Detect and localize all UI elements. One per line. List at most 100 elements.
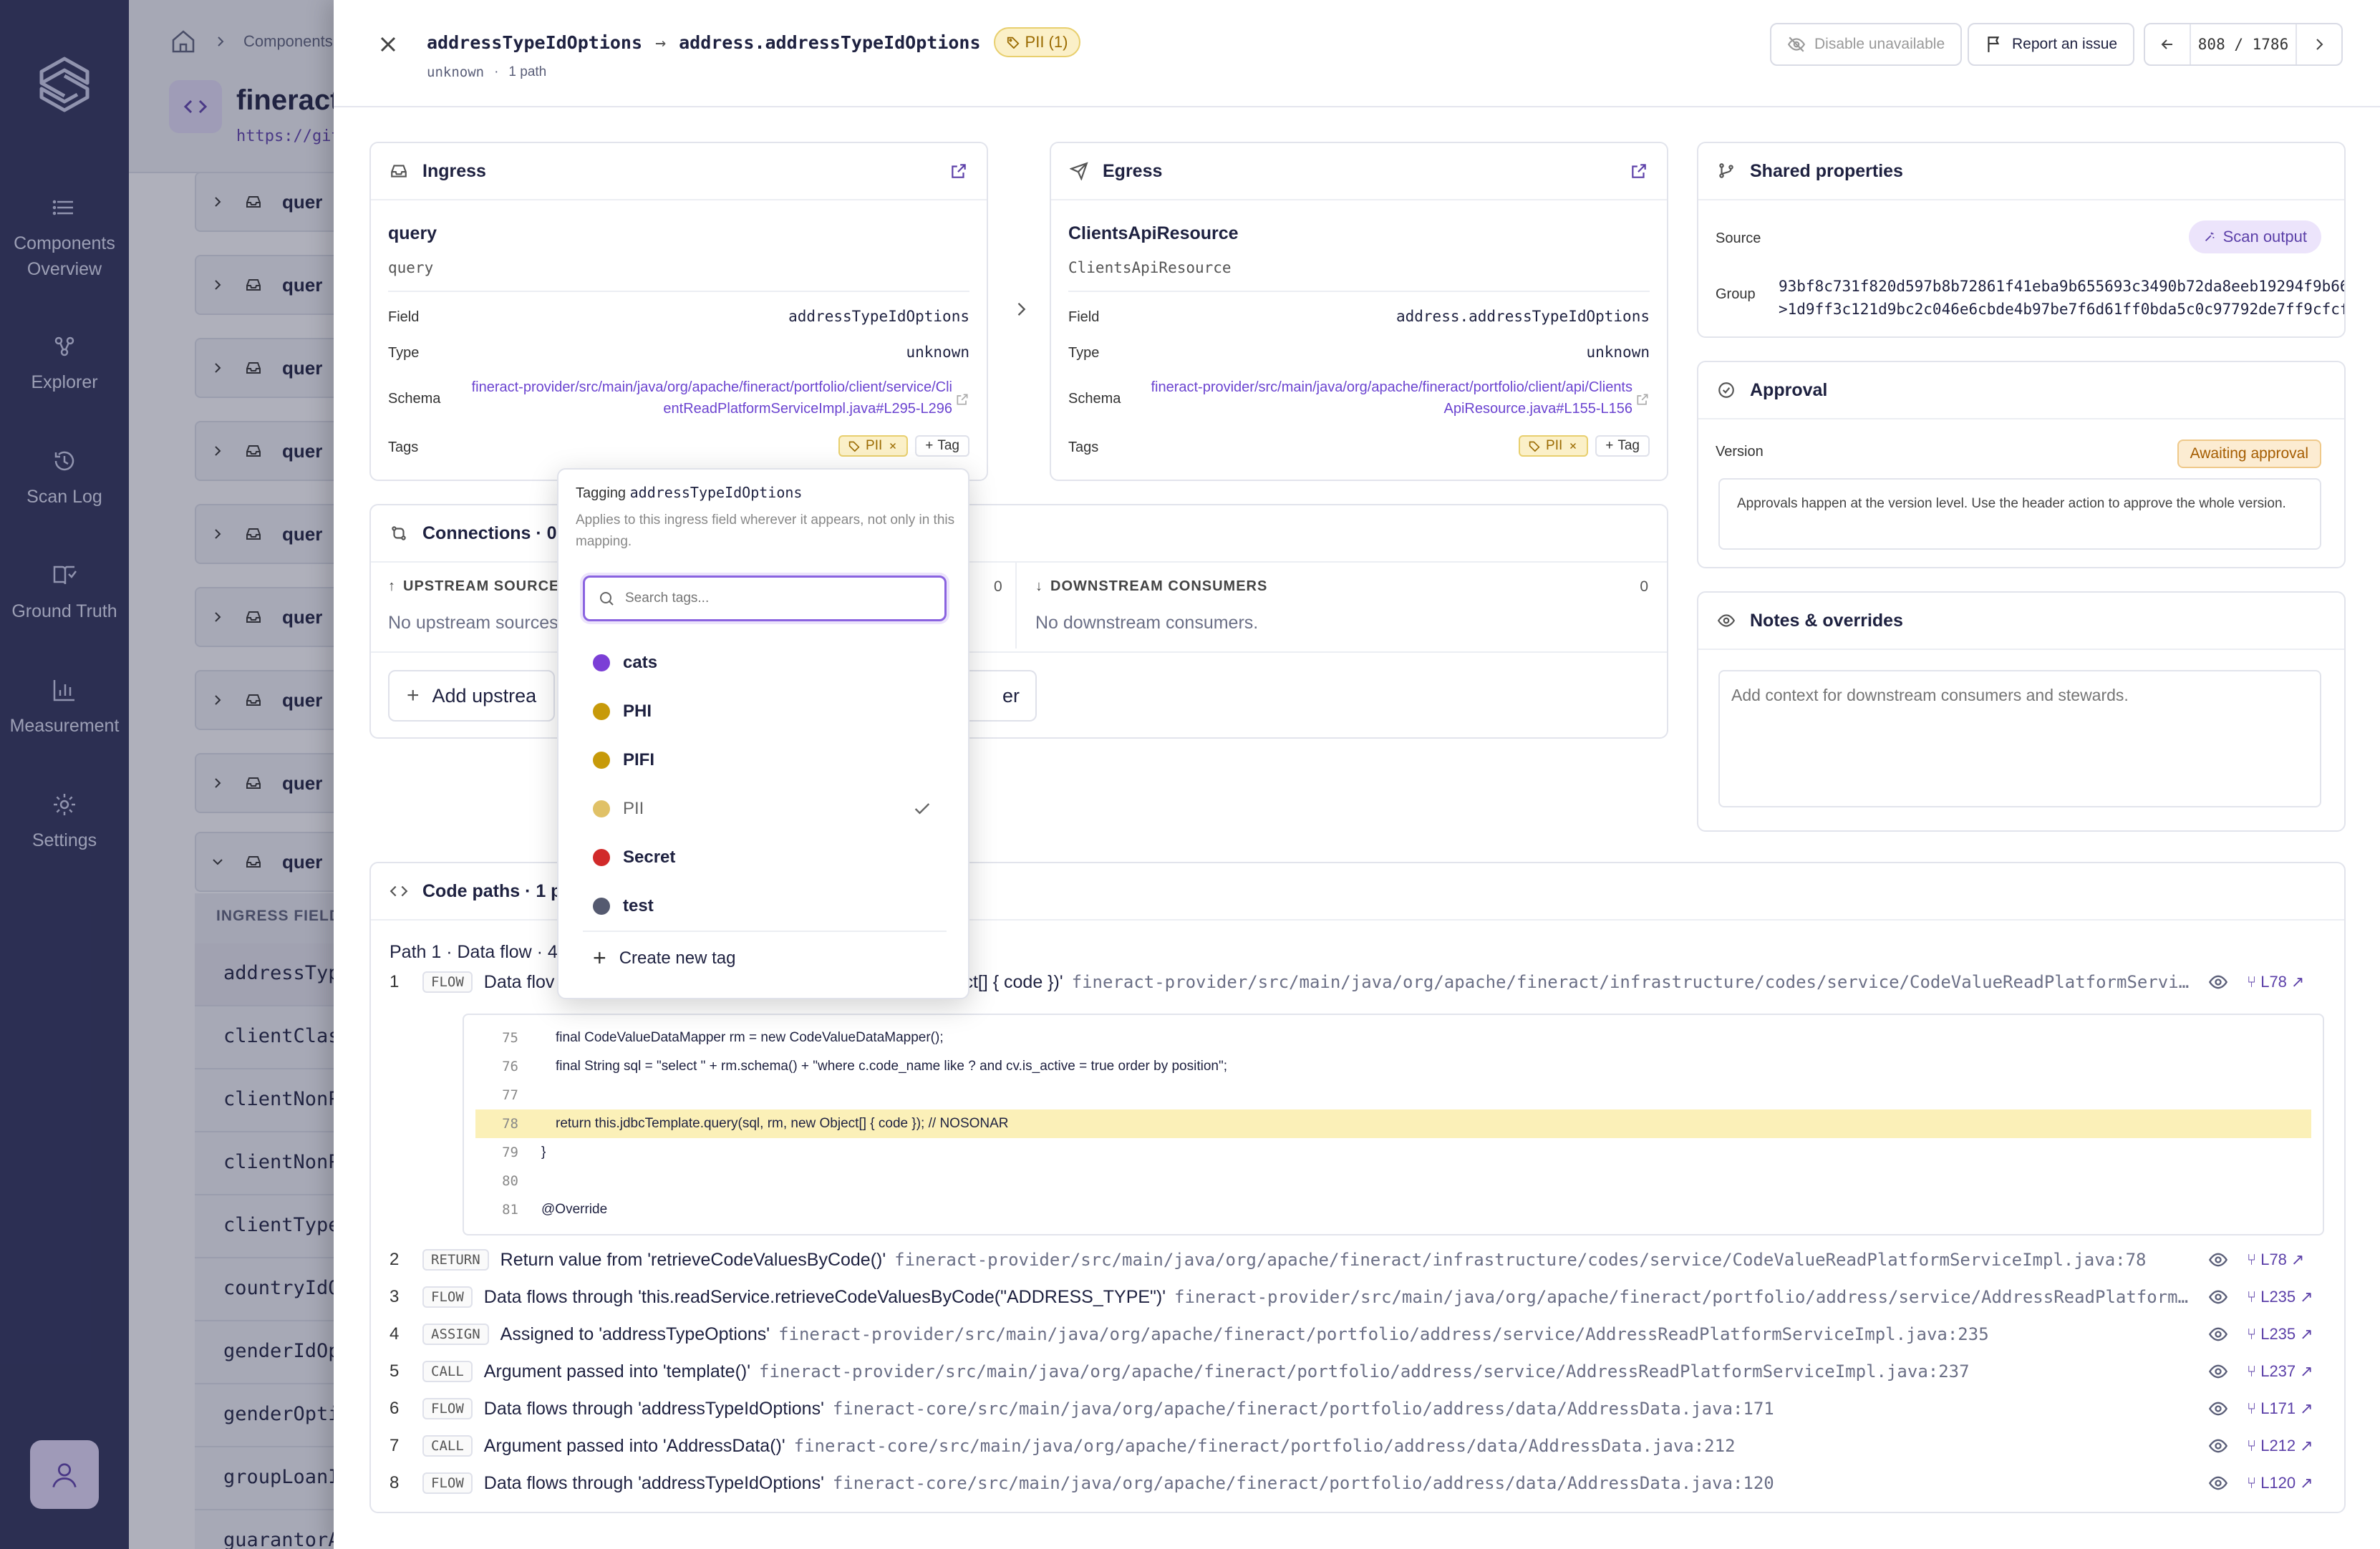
disable-button[interactable]: Disable unavailable [1770, 23, 1963, 66]
code-line-text: final CodeValueDataMapper rm = new CodeV… [556, 1030, 944, 1045]
pii-tag[interactable]: PII [838, 435, 909, 457]
step-line-link[interactable]: ⑂ L235 ↗ [2247, 1325, 2326, 1344]
egress-field-value: address.addressTypeIdOptions [1395, 308, 1650, 325]
remove-tag-icon[interactable] [888, 441, 898, 451]
step-file-path[interactable]: fineract-provider/src/main/java/org/apac… [1072, 972, 2195, 992]
step-number: 5 [390, 1361, 400, 1381]
pii-tag[interactable]: PII [1519, 435, 1589, 457]
eye-icon [1717, 614, 1736, 627]
tag-search-input[interactable] [625, 591, 926, 606]
report-issue-button[interactable]: Report an issue [1968, 23, 2135, 66]
create-tag-button[interactable]: + Create new tag [593, 945, 735, 971]
tag-option-pii[interactable]: PII [583, 787, 947, 830]
upstream-empty: No upstream sources. [388, 613, 563, 633]
step-number: 3 [390, 1287, 400, 1306]
scan-output-label: Scan output [2222, 228, 2307, 246]
step-line-link[interactable]: ⑂ L78 ↗ [2247, 973, 2326, 991]
step-number: 7 [390, 1436, 400, 1455]
remove-tag-icon[interactable] [1568, 441, 1578, 451]
eye-icon[interactable] [2208, 1324, 2228, 1344]
ingress-card-header: Ingress [371, 143, 987, 200]
path-step-8[interactable]: 8 FLOW Data flows through 'addressTypeId… [390, 1466, 2326, 1500]
path-step-5[interactable]: 5 CALL Argument passed into 'template()'… [390, 1354, 2326, 1389]
step-file-path[interactable]: fineract-core/src/main/java/org/apache/f… [833, 1399, 2195, 1419]
add-tag-button[interactable]: + Tag [915, 435, 969, 457]
close-icon[interactable] [375, 31, 401, 57]
path-step-2[interactable]: 2 RETURN Return value from 'retrieveCode… [390, 1243, 2326, 1277]
step-line-link[interactable]: ⑂ L237 ↗ [2247, 1362, 2326, 1381]
tag-option-pifi[interactable]: PIFI [583, 739, 947, 782]
prev-arrow-icon[interactable] [2145, 24, 2190, 64]
step-line-link[interactable]: ⑂ L235 ↗ [2247, 1288, 2326, 1306]
tag-color-dot [593, 800, 610, 817]
eye-icon[interactable] [2208, 1436, 2228, 1456]
path-step-4[interactable]: 4 ASSIGN Assigned to 'addressTypeOptions… [390, 1317, 2326, 1351]
code-line: 75 final CodeValueDataMapper rm = new Cod… [475, 1024, 2311, 1052]
step-description: Assigned to 'addressTypeOptions' [500, 1324, 770, 1344]
external-link-icon[interactable] [1635, 392, 1650, 407]
divider [1068, 291, 1650, 292]
step-file-path[interactable]: fineract-core/src/main/java/org/apache/f… [794, 1436, 2195, 1456]
path-step-3[interactable]: 3 FLOW Data flows through 'this.readServ… [390, 1280, 2326, 1314]
step-line-link[interactable]: ⑂ L78 ↗ [2247, 1251, 2326, 1269]
external-link-icon[interactable] [1630, 162, 1648, 180]
tags-label: Tags [388, 440, 419, 455]
step-line-label: L171 [2260, 1399, 2296, 1417]
tag-option-phi[interactable]: PHI [583, 690, 947, 733]
code-icon [390, 885, 408, 897]
step-description: Argument passed into 'AddressData()' [483, 1435, 785, 1456]
path-step-6[interactable]: 6 FLOW Data flows through 'addressTypeId… [390, 1392, 2326, 1426]
eye-off-icon [1787, 37, 1806, 52]
egress-tags: PII + Tag [1519, 435, 1650, 457]
ingress-schema-link[interactable]: fineract-provider/src/main/java/org/apac… [465, 377, 952, 419]
upstream-count: 0 [994, 578, 1002, 595]
pii-count-badge[interactable]: PII (1) [993, 27, 1081, 57]
step-file-path[interactable]: fineract-provider/src/main/java/org/apac… [894, 1250, 2195, 1270]
eye-icon[interactable] [2208, 1473, 2228, 1493]
source-field-name: addressTypeIdOptions [427, 31, 643, 53]
git-branch-icon: ⑂ [2247, 973, 2257, 991]
notes-textarea[interactable] [1718, 670, 2321, 807]
branch-icon [1719, 163, 1733, 178]
pii-tag-label: PII [866, 438, 883, 453]
eye-icon[interactable] [2208, 1250, 2228, 1270]
step-line-link[interactable]: ⑂ L171 ↗ [2247, 1399, 2326, 1418]
external-link-icon: ↗ [2300, 1399, 2313, 1417]
external-link-icon[interactable] [955, 392, 969, 407]
step-description-tail: ct[] { code })' [964, 971, 1063, 992]
path-step-7[interactable]: 7 CALL Argument passed into 'AddressData… [390, 1429, 2326, 1463]
downstream-header: ↓ DOWNSTREAM CONSUMERS [1035, 578, 1267, 595]
code-line: 79} [475, 1138, 2311, 1167]
eye-icon[interactable] [2208, 972, 2228, 992]
tag-search-field[interactable] [583, 576, 947, 621]
external-link-icon: ↗ [2290, 1251, 2305, 1268]
external-link-icon: ↗ [2300, 1325, 2313, 1343]
external-link-icon: ↗ [2300, 1362, 2313, 1380]
pii-count-label: PII (1) [1025, 33, 1068, 51]
plus-icon: + [1605, 438, 1614, 453]
eye-icon[interactable] [2208, 1399, 2228, 1419]
step-line-label: L120 [2260, 1474, 2296, 1492]
step-description: Return value from 'retrieveCodeValuesByC… [500, 1249, 886, 1270]
approval-status-badge: Awaiting approval [2177, 440, 2321, 468]
step-line-link[interactable]: ⑂ L120 ↗ [2247, 1474, 2326, 1492]
add-upstream-button[interactable]: + Add upstrea [388, 670, 556, 722]
step-kind-badge: CALL [422, 1435, 473, 1457]
step-file-path[interactable]: fineract-provider/src/main/java/org/apac… [759, 1361, 2195, 1382]
step-file-path[interactable]: fineract-provider/src/main/java/org/apac… [778, 1324, 2195, 1344]
eye-icon[interactable] [2208, 1361, 2228, 1382]
next-chevron-icon[interactable] [2297, 24, 2341, 64]
step-line-link[interactable]: ⑂ L212 ↗ [2247, 1437, 2326, 1455]
step-file-path[interactable]: fineract-provider/src/main/java/org/apac… [1174, 1287, 2195, 1307]
code-line-number: 80 [502, 1173, 518, 1189]
egress-title: Egress [1103, 160, 1163, 181]
tag-option-cats[interactable]: cats [583, 641, 947, 684]
eye-icon[interactable] [2208, 1287, 2228, 1307]
add-tag-button[interactable]: + Tag [1595, 435, 1650, 457]
external-link-icon[interactable] [949, 162, 968, 180]
tag-option-secret[interactable]: Secret [583, 836, 947, 879]
step-file-path[interactable]: fineract-core/src/main/java/org/apache/f… [833, 1473, 2195, 1493]
egress-schema-link[interactable]: fineract-provider/src/main/java/org/apac… [1146, 377, 1632, 419]
tag-option-test[interactable]: test [583, 885, 947, 928]
code-snippet: 75 final CodeValueDataMapper rm = new Cod… [463, 1014, 2324, 1235]
